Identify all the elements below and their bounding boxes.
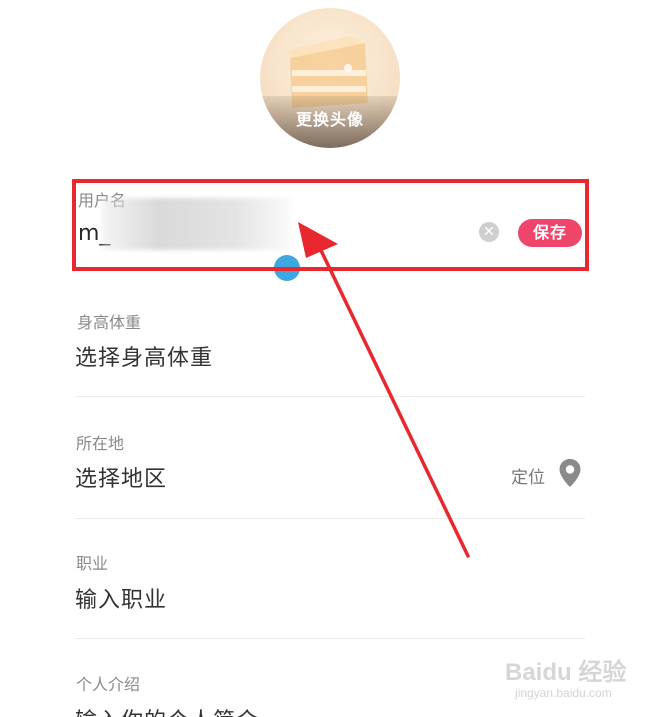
baidu-watermark: Baidu 经验 jingyan.baidu.com [505,640,655,710]
watermark-main-text: Baidu 经验 [505,659,627,686]
profile-edit-page: 更换头像 用户名 m_ ✕ 保存 身高体重 选择身高体重 所在地 选择地区 定位… [0,0,668,717]
watermark-url-text: jingyan.baidu.com [515,686,612,700]
annotation-arrow [298,222,470,558]
